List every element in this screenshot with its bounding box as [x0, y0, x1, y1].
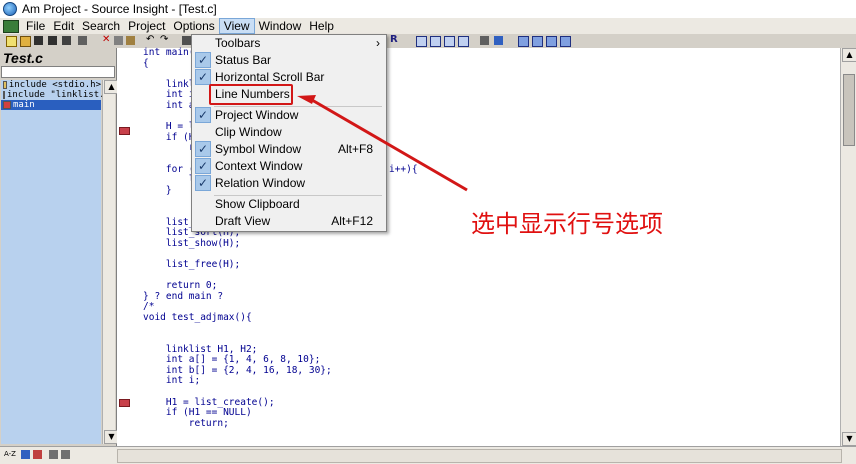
menu-file[interactable]: File — [22, 18, 49, 34]
symbol-list: include <stdio.h> include "linklist.h" m… — [1, 80, 115, 444]
checkmark-icon: ✓ — [195, 107, 211, 123]
symbol-list-scrollbar[interactable]: ▲ ▼ — [102, 80, 119, 444]
include-icon — [3, 91, 5, 99]
panel-icon-2[interactable] — [532, 36, 543, 47]
sort-az-icon[interactable]: A-Z — [4, 450, 18, 459]
menu-item-relation-window[interactable]: ✓ Relation Window — [192, 175, 386, 192]
menu-item-clip-window[interactable]: Clip Window — [192, 124, 386, 141]
symbol-list-item[interactable]: include "linklist.h" — [1, 90, 115, 100]
undo-icon[interactable]: ↶ — [146, 35, 155, 45]
save-icon[interactable] — [34, 36, 43, 45]
open-folder-icon[interactable] — [20, 36, 31, 47]
close-file-icon[interactable] — [62, 36, 71, 45]
view-icon-3[interactable] — [49, 450, 58, 459]
copy-icon[interactable] — [114, 36, 123, 45]
include-icon — [3, 81, 7, 89]
menu-item-status-bar[interactable]: ✓ Status Bar — [192, 52, 386, 69]
menu-edit[interactable]: Edit — [49, 18, 78, 34]
function-marker-icon — [119, 399, 130, 407]
checkmark-icon: ✓ — [195, 141, 211, 157]
checkmark-icon: ✓ — [195, 175, 211, 191]
submenu-arrow-icon: › — [376, 36, 380, 50]
code-line[interactable]: return; — [143, 418, 418, 430]
app-icon — [3, 2, 17, 16]
function-marker-icon — [119, 127, 130, 135]
paste-icon[interactable] — [126, 36, 135, 45]
menu-view[interactable]: View — [218, 18, 255, 34]
view-icon-2[interactable] — [33, 450, 42, 459]
symbol-list-item[interactable]: include <stdio.h> — [1, 80, 101, 90]
editor-vertical-scrollbar[interactable]: ▲ ▼ — [840, 48, 856, 446]
menu-item-context-window[interactable]: ✓ Context Window — [192, 158, 386, 175]
menu-bar: File Edit Search Project Options View Wi… — [0, 18, 856, 34]
annotation-text: 选中显示行号选项 — [471, 210, 663, 238]
code-line[interactable] — [143, 323, 418, 334]
scroll-down-icon[interactable]: ▼ — [842, 432, 856, 446]
code-line[interactable]: list_free(H); — [143, 259, 418, 271]
view-icon-1[interactable] — [21, 450, 30, 459]
refresh-icon[interactable]: R — [390, 35, 399, 45]
info-icon[interactable] — [494, 36, 503, 45]
code-line[interactable]: int i; — [143, 376, 418, 387]
function-icon — [3, 101, 11, 109]
view-menu-dropdown: Toolbars › ✓ Status Bar ✓ Horizontal Scr… — [191, 34, 387, 232]
symbol-search-input[interactable] — [1, 66, 115, 78]
checkmark-icon: ✓ — [195, 52, 211, 68]
scroll-thumb[interactable] — [843, 74, 855, 146]
horizontal-scrollbar[interactable] — [117, 449, 842, 463]
code-line[interactable] — [143, 387, 418, 398]
layout-icon-4[interactable] — [458, 36, 469, 47]
checkmark-icon: ✓ — [195, 69, 211, 85]
menu-help[interactable]: Help — [305, 18, 338, 34]
document-icon[interactable] — [3, 19, 19, 33]
layout-icon-2[interactable] — [430, 36, 441, 47]
print-icon[interactable] — [78, 36, 87, 45]
menu-item-symbol-window[interactable]: ✓ Symbol Window Alt+F8 — [192, 141, 386, 158]
title-bar: Am Project - Source Insight - [Test.c] — [0, 0, 856, 18]
menu-item-show-clipboard[interactable]: Show Clipboard — [192, 196, 386, 213]
code-line[interactable]: } ? end main ? — [143, 291, 418, 303]
layout-icon-3[interactable] — [444, 36, 455, 47]
menu-options[interactable]: Options — [169, 18, 218, 34]
toolbar: ✕ ↶ ↷ R — [0, 34, 856, 49]
cut-icon[interactable]: ✕ — [102, 35, 111, 45]
symbol-window: Test.c include <stdio.h> include "linkli… — [0, 48, 119, 446]
menu-window[interactable]: Window — [255, 18, 306, 34]
menu-item-toolbars[interactable]: Toolbars › — [192, 35, 386, 52]
code-line[interactable]: list_show(H); — [143, 238, 418, 250]
line-number-toggle-icon[interactable] — [480, 36, 489, 45]
menu-item-draft-view[interactable]: Draft View Alt+F12 — [192, 213, 386, 230]
panel-icon-4[interactable] — [560, 36, 571, 47]
panel-icon-1[interactable] — [518, 36, 529, 47]
menu-item-project-window[interactable]: ✓ Project Window — [192, 107, 386, 124]
menu-project[interactable]: Project — [124, 18, 169, 34]
window-title: Am Project - Source Insight - [Test.c] — [22, 2, 217, 16]
save-all-icon[interactable] — [48, 36, 57, 45]
menu-search[interactable]: Search — [78, 18, 124, 34]
highlight-box — [209, 84, 293, 105]
checkmark-icon: ✓ — [195, 158, 211, 174]
layout-icon-1[interactable] — [416, 36, 427, 47]
scroll-up-icon[interactable]: ▲ — [842, 48, 856, 62]
panel-icon-3[interactable] — [546, 36, 557, 47]
new-file-icon[interactable] — [6, 36, 17, 47]
symbol-list-item[interactable]: main — [1, 100, 101, 110]
redo-icon[interactable]: ↷ — [160, 35, 169, 45]
symbol-window-title: Test.c — [3, 50, 43, 66]
status-bar: A-Z — [0, 446, 856, 464]
code-line[interactable]: void test_adjmax(){ — [143, 312, 418, 324]
view-icon-4[interactable] — [61, 450, 70, 459]
jump-icon[interactable] — [182, 36, 191, 45]
